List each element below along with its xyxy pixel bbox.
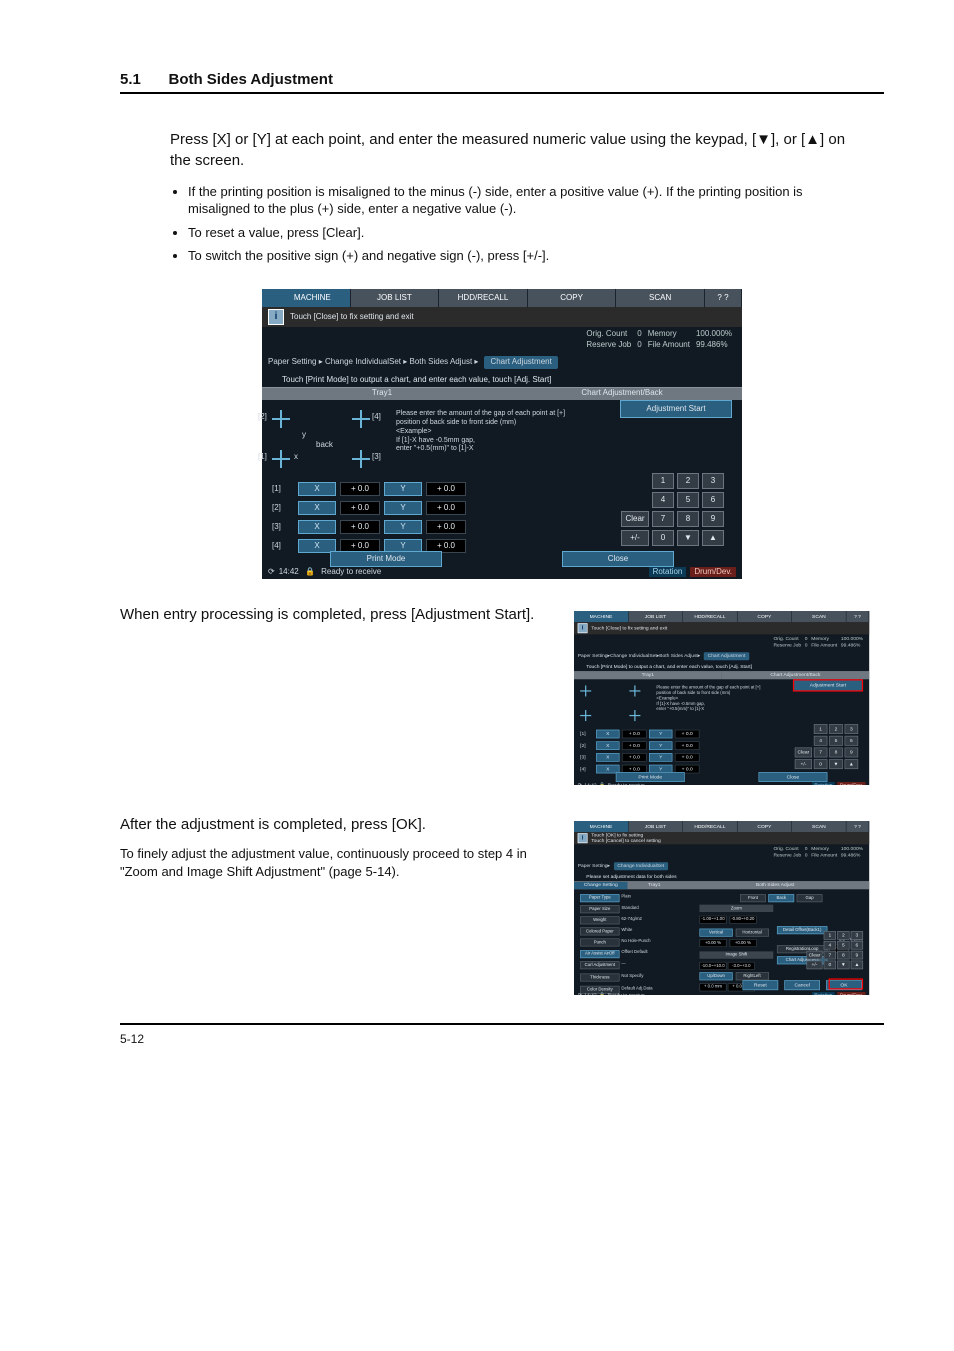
keypad-down[interactable]: ▼ <box>677 530 699 546</box>
diagram: [1] [2] [3] [4] back x y Please enter th… <box>272 410 580 472</box>
tab-hdd-recall[interactable]: HDD/RECALL <box>439 289 528 307</box>
tab-gap[interactable]: Gap <box>797 894 823 902</box>
step3-text: After the adjustment is completed, press… <box>120 815 560 835</box>
adjustment-start-highlight[interactable]: Adjustment Start <box>793 679 863 691</box>
ok-highlight <box>829 978 863 989</box>
keypad-0[interactable]: 0 <box>652 530 674 546</box>
keypad-up[interactable]: ▲ <box>702 530 724 546</box>
keypad-5[interactable]: 5 <box>677 492 699 508</box>
screenshot-adjustment-start-highlight: MACHINE JOB LIST HDD/RECALL COPY SCAN ? … <box>574 611 869 785</box>
drum-indicator: Drum/Dev. <box>690 567 736 578</box>
row1-y-button[interactable]: Y <box>384 482 422 496</box>
intro-text: Press [X] or [Y] at each point, and ente… <box>170 130 860 171</box>
tab-back[interactable]: Back <box>768 894 794 902</box>
panel-instruction: Touch [Print Mode] to output a chart, an… <box>262 371 742 388</box>
instruction-item: To reset a value, press [Clear]. <box>188 224 860 242</box>
section-header: 5.1 Both Sides Adjustment <box>120 70 884 94</box>
reset-button[interactable]: Reset <box>743 980 779 990</box>
screenshot-ok-highlight: MACHINE JOB LIST HDD/RECALL COPY SCAN ? … <box>574 821 869 995</box>
tab-job-list[interactable]: JOB LIST <box>351 289 440 307</box>
row1-x-value: + 0.0 <box>340 482 380 496</box>
instruction-item: If the printing position is misaligned t… <box>188 183 860 218</box>
horizontal-button[interactable]: Horizontal <box>735 928 768 936</box>
row1-y-value: + 0.0 <box>426 482 466 496</box>
keypad-clear[interactable]: Clear <box>621 511 649 527</box>
tab-scan[interactable]: SCAN <box>616 289 705 307</box>
instruction-item: To switch the positive sign (+) and nega… <box>188 247 860 265</box>
tab-machine[interactable]: MACHINE <box>262 289 351 307</box>
hint-message: Touch [Close] to fix setting and exit <box>290 312 414 323</box>
screenshot-chart-adjustment: MACHINE JOB LIST HDD/RECALL COPY SCAN ? … <box>262 289 742 579</box>
keypad-8[interactable]: 8 <box>677 511 699 527</box>
info-icon: i <box>268 309 284 325</box>
keypad-sign[interactable]: +/- <box>621 530 649 546</box>
row1-x-button[interactable]: X <box>298 482 336 496</box>
keypad-9[interactable]: 9 <box>702 511 724 527</box>
panel-chart-label: Chart Adjustment/Back <box>502 387 742 400</box>
section-title: Both Sides Adjustment <box>168 71 332 88</box>
rotation-indicator: Rotation <box>649 567 687 578</box>
diagram-instruction: Please enter the amount of the gap of ea… <box>396 410 566 454</box>
page-footer: 5-12 <box>120 1023 884 1047</box>
keypad: 1 2 3 4 5 6 Clear 7 8 9 +/- 0 ▼ ▲ <box>621 473 724 546</box>
keypad-3[interactable]: 3 <box>702 473 724 489</box>
tab-front[interactable]: Front <box>740 894 766 902</box>
help-icon[interactable]: ? ? <box>705 289 742 307</box>
instruction-list: If the printing position is misaligned t… <box>170 183 860 265</box>
keypad-6[interactable]: 6 <box>702 492 724 508</box>
adjustment-start-button[interactable]: Adjustment Start <box>620 400 732 418</box>
breadcrumb: Paper Setting ▸ Change IndividualSet ▸ B… <box>262 355 742 371</box>
step2-text: When entry processing is completed, pres… <box>120 605 560 625</box>
keypad-2[interactable]: 2 <box>677 473 699 489</box>
section-number: 5.1 <box>120 71 141 88</box>
cancel-button[interactable]: Cancel <box>784 980 820 990</box>
panel-tray-label: Tray1 <box>262 387 502 400</box>
tab-copy[interactable]: COPY <box>528 289 617 307</box>
keypad-4[interactable]: 4 <box>652 492 674 508</box>
keypad-7[interactable]: 7 <box>652 511 674 527</box>
step3-subtext: To finely adjust the adjustment value, c… <box>120 845 560 881</box>
keypad-1[interactable]: 1 <box>652 473 674 489</box>
vertical-button[interactable]: Vertical <box>699 928 732 936</box>
